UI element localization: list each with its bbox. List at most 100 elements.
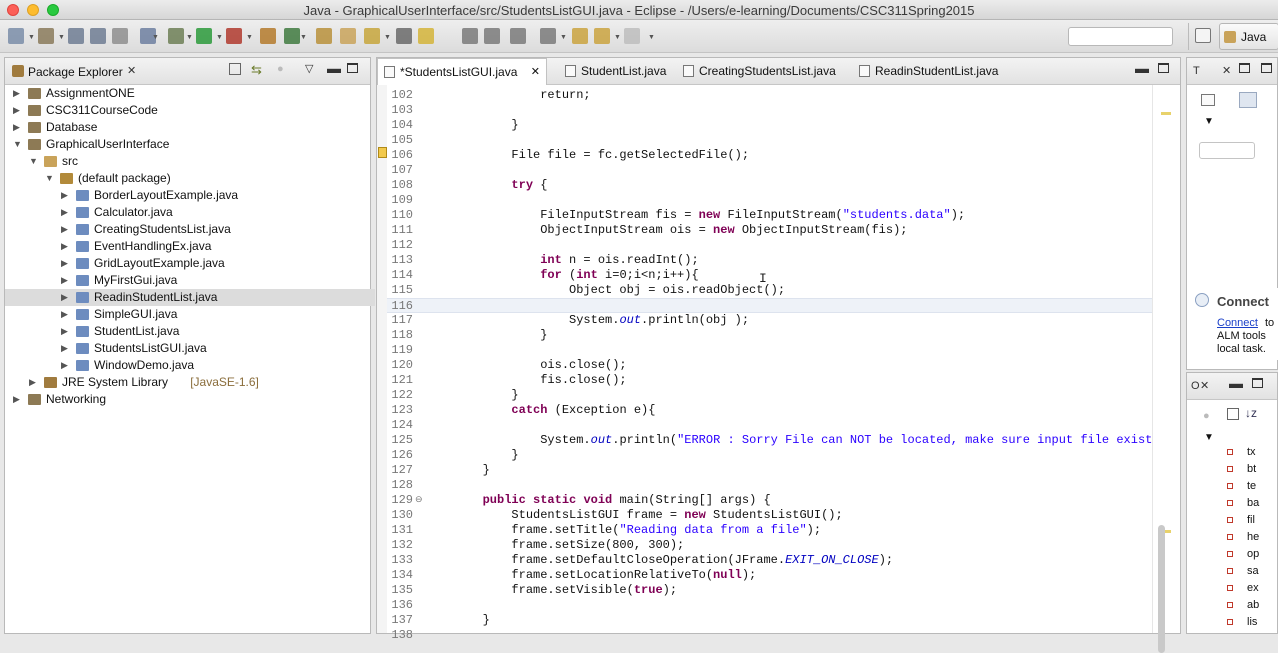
dropdown-arrow-icon[interactable]: ▼: [216, 34, 223, 41]
collapse-arrow-icon[interactable]: ▶: [61, 238, 68, 255]
dropdown-arrow-icon[interactable]: ▼: [648, 34, 655, 41]
java-perspective-button[interactable]: Java: [1219, 23, 1278, 50]
code-line[interactable]: 124: [387, 418, 1152, 433]
highlight-icon[interactable]: [418, 28, 434, 44]
dropdown-arrow-icon[interactable]: ▼: [246, 34, 253, 41]
collapse-arrow-icon[interactable]: ▶: [13, 119, 20, 136]
collapse-all-icon[interactable]: [229, 63, 241, 75]
collapse-arrow-icon[interactable]: ▶: [61, 221, 68, 238]
code-line[interactable]: 135 frame.setVisible(true);: [387, 583, 1152, 598]
new-class-icon[interactable]: [260, 28, 276, 44]
history-icon[interactable]: [594, 28, 610, 44]
run-external-icon[interactable]: [226, 28, 242, 44]
expand-arrow-icon[interactable]: ▼: [13, 136, 22, 153]
editor-tab[interactable]: CreatingStudentsList.java: [677, 58, 847, 85]
collapse-arrow-icon[interactable]: ▶: [61, 306, 68, 323]
dropdown-arrow-icon[interactable]: ▼: [384, 34, 391, 41]
focus-icon[interactable]: ●: [277, 63, 284, 75]
code-line[interactable]: 112: [387, 238, 1152, 253]
dropdown-arrow-icon[interactable]: ▼: [28, 34, 35, 41]
maximize-view-icon[interactable]: [1252, 378, 1263, 388]
tree-item[interactable]: ▶ BorderLayoutExample.java: [5, 187, 375, 204]
back-icon[interactable]: [572, 28, 588, 44]
save-icon[interactable]: [68, 28, 84, 44]
code-line[interactable]: 121 fis.close();: [387, 373, 1152, 388]
tree-item[interactable]: ▶ Database: [5, 119, 375, 136]
outline-item[interactable]: bt: [1227, 461, 1256, 478]
link-with-editor-icon[interactable]: ⇆: [251, 62, 262, 78]
code-line[interactable]: 138: [387, 628, 1152, 643]
code-line[interactable]: 118 }: [387, 328, 1152, 343]
maximize-view-icon[interactable]: [347, 63, 358, 73]
code-line[interactable]: 106 File file = fc.getSelectedFile();: [387, 148, 1152, 163]
tree-item[interactable]: ▶ ReadinStudentList.java: [5, 289, 375, 306]
run-icon[interactable]: [196, 28, 212, 44]
save-all-icon[interactable]: [90, 28, 106, 44]
tree-item[interactable]: ▶ CreatingStudentsList.java: [5, 221, 375, 238]
format-icon[interactable]: [462, 28, 478, 44]
new-icon[interactable]: [8, 28, 24, 44]
collapse-all-icon[interactable]: [1227, 408, 1239, 420]
task-filter-input[interactable]: [1199, 142, 1255, 159]
restore-view-icon[interactable]: [1261, 63, 1272, 73]
overview-warning-marker[interactable]: [1161, 112, 1171, 115]
code-line[interactable]: 131 frame.setTitle("Reading data from a …: [387, 523, 1152, 538]
collapse-arrow-icon[interactable]: ▶: [61, 323, 68, 340]
code-line[interactable]: 122 }: [387, 388, 1152, 403]
tree-item[interactable]: ▼ (default package): [5, 170, 375, 187]
open-perspective-icon[interactable]: [1195, 28, 1211, 43]
view-menu-icon[interactable]: ▽: [305, 62, 313, 75]
wand-icon[interactable]: [396, 28, 412, 44]
collapse-arrow-icon[interactable]: ▶: [13, 85, 20, 102]
collapse-arrow-icon[interactable]: ▶: [61, 289, 68, 306]
debug-icon[interactable]: [168, 28, 184, 44]
code-line[interactable]: 133 frame.setDefaultCloseOperation(JFram…: [387, 553, 1152, 568]
outline-item[interactable]: sa: [1227, 563, 1259, 580]
outline-item[interactable]: ex: [1227, 580, 1259, 597]
code-line[interactable]: 129 public static void main(String[] arg…: [387, 493, 1152, 508]
outline-item[interactable]: ba: [1227, 495, 1259, 512]
nav-icon[interactable]: [540, 28, 556, 44]
close-tab-icon[interactable]: ✕: [531, 59, 540, 85]
code-line[interactable]: 108 try {: [387, 178, 1152, 193]
editor-minimize-icon[interactable]: ▬: [1135, 60, 1149, 76]
code-line[interactable]: 114 for (int i=0;i<n;i++){: [387, 268, 1152, 283]
code-line[interactable]: 110 FileInputStream fis = new FileInputS…: [387, 208, 1152, 223]
outline-item[interactable]: fil: [1227, 512, 1255, 529]
collapse-arrow-icon[interactable]: ▶: [61, 255, 68, 272]
categorized-icon[interactable]: [1239, 92, 1257, 108]
code-line[interactable]: 104 }: [387, 118, 1152, 133]
dropdown-arrow-icon[interactable]: ▼: [152, 34, 159, 41]
code-line[interactable]: 103: [387, 103, 1152, 118]
code-line[interactable]: 111 ObjectInputStream ois = new ObjectIn…: [387, 223, 1152, 238]
open-type-icon[interactable]: [316, 28, 332, 44]
collapse-arrow-icon[interactable]: ▶: [13, 102, 20, 119]
editor-tab[interactable]: ReadinStudentList.java: [853, 58, 1023, 85]
minimize-view-icon[interactable]: ▬: [327, 60, 341, 76]
refresh-icon[interactable]: [284, 28, 300, 44]
code-line[interactable]: 102 return;: [387, 88, 1152, 103]
open-folder-icon[interactable]: [340, 28, 356, 44]
chevron-down-icon[interactable]: ▼: [1204, 116, 1214, 127]
outline-item[interactable]: te: [1227, 478, 1256, 495]
editor-tab[interactable]: StudentList.java: [559, 58, 669, 85]
minimize-view-icon[interactable]: ▬: [1229, 375, 1243, 391]
toggle-icon[interactable]: [484, 28, 500, 44]
code-line[interactable]: 126 }: [387, 448, 1152, 463]
dropdown-arrow-icon[interactable]: ▼: [58, 34, 65, 41]
collapse-arrow-icon[interactable]: ▶: [61, 357, 68, 374]
code-line[interactable]: 127 }: [387, 463, 1152, 478]
code-line[interactable]: 128: [387, 478, 1152, 493]
code-area[interactable]: 102 return; 103 104 } 105 106 File file = fc…: [387, 85, 1181, 642]
tree-item[interactable]: ▼ src: [5, 153, 375, 170]
forward-icon[interactable]: [624, 28, 640, 44]
dropdown-arrow-icon[interactable]: ▼: [614, 34, 621, 41]
dropdown-arrow-icon[interactable]: ▼: [186, 34, 193, 41]
task-list-tab[interactable]: T: [1193, 65, 1200, 77]
outline-item[interactable]: tx: [1227, 444, 1256, 461]
tree-item[interactable]: ▶ GridLayoutExample.java: [5, 255, 375, 272]
code-line[interactable]: 132 frame.setSize(800, 300);: [387, 538, 1152, 553]
code-line[interactable]: 117 System.out.println(obj );: [387, 313, 1152, 328]
editor-tab[interactable]: *StudentsListGUI.java ✕: [377, 58, 547, 85]
code-line[interactable]: 105: [387, 133, 1152, 148]
